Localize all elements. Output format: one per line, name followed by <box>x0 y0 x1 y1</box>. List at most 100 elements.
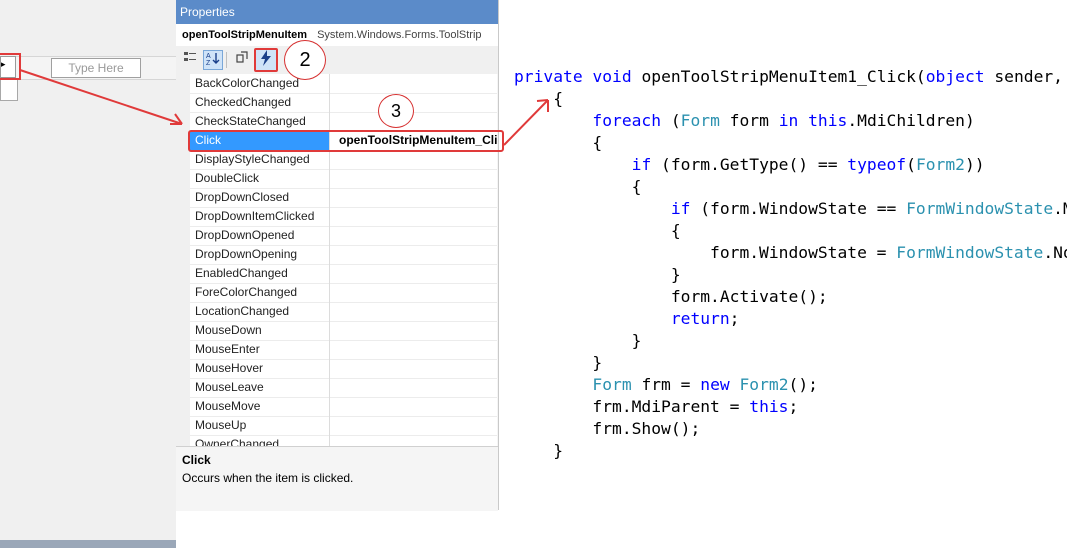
code-line: { <box>514 132 602 154</box>
properties-title: Properties <box>176 0 498 24</box>
code-token: (); <box>788 375 818 394</box>
event-handler-value[interactable] <box>335 226 497 245</box>
code-token: void <box>592 67 632 86</box>
event-row-forecolorchanged[interactable]: ForeColorChanged <box>190 283 497 303</box>
event-row-dropdownitemclicked[interactable]: DropDownItemClicked <box>190 207 497 227</box>
code-line: foreach (Form form in this.MdiChildren) <box>514 110 974 132</box>
code-token: } <box>670 265 681 284</box>
event-row-mousehover[interactable]: MouseHover <box>190 359 497 379</box>
event-row-locationchanged[interactable]: LocationChanged <box>190 302 497 322</box>
code-line: { <box>514 88 563 110</box>
event-handler-value[interactable] <box>335 207 497 226</box>
event-row-ownerchanged[interactable]: OwnerChanged <box>190 435 497 446</box>
event-name: MouseDown <box>190 321 330 340</box>
event-handler-value[interactable] <box>335 264 497 283</box>
alphabetical-icon[interactable]: AZ <box>203 50 223 70</box>
code-token: FormWindowState <box>896 243 1044 262</box>
menu-dropdown-item[interactable] <box>0 79 18 101</box>
event-handler-value[interactable] <box>335 378 497 397</box>
event-handler-value[interactable] <box>335 283 497 302</box>
code-token: (form.GetType() == <box>651 155 848 174</box>
event-row-mouseup[interactable]: MouseUp <box>190 416 497 436</box>
event-row-backcolorchanged[interactable]: BackColorChanged <box>190 74 497 94</box>
code-token: } <box>553 441 564 460</box>
code-token: new <box>700 375 730 394</box>
description-pane: Click Occurs when the item is clicked. <box>176 446 498 511</box>
event-handler-value[interactable] <box>335 93 497 112</box>
event-name: DoubleClick <box>190 169 330 188</box>
event-name: LocationChanged <box>190 302 330 321</box>
properties-icon[interactable] <box>232 50 252 70</box>
event-name: MouseUp <box>190 416 330 435</box>
event-row-dropdownopened[interactable]: DropDownOpened <box>190 226 497 246</box>
code-line: private void openToolStripMenuItem1_Clic… <box>514 66 1067 88</box>
code-token: } <box>592 353 603 372</box>
code-token: form.Activate(); <box>670 287 828 306</box>
event-handler-value[interactable] <box>335 245 497 264</box>
event-handler-value[interactable] <box>335 74 497 93</box>
code-line: frm.Show(); <box>514 418 700 440</box>
code-token: ; <box>729 309 740 328</box>
event-handler-value[interactable] <box>335 416 497 435</box>
event-row-enabledchanged[interactable]: EnabledChanged <box>190 264 497 284</box>
event-handler-value[interactable] <box>335 112 497 131</box>
code-line: if (form.GetType() == typeof(Form2)) <box>514 154 985 176</box>
code-token: { <box>592 133 603 152</box>
event-row-doubleclick[interactable]: DoubleClick <box>190 169 497 189</box>
event-name: DisplayStyleChanged <box>190 150 330 169</box>
description-title: Click <box>182 453 211 467</box>
event-row-dropdownopening[interactable]: DropDownOpening <box>190 245 497 265</box>
event-handler-value[interactable] <box>335 321 497 340</box>
code-token: Form <box>680 111 720 130</box>
code-token: Form2 <box>739 375 789 394</box>
event-handler-value[interactable] <box>335 150 497 169</box>
event-row-displaystylechanged[interactable]: DisplayStyleChanged <box>190 150 497 170</box>
event-handler-value[interactable] <box>335 340 497 359</box>
event-name: DropDownOpening <box>190 245 330 264</box>
code-token: openToolStripMenuItem1_Click( <box>631 67 926 86</box>
event-handler-value[interactable] <box>335 302 497 321</box>
event-handler-value[interactable] <box>335 169 497 188</box>
event-handler-value[interactable] <box>335 188 497 207</box>
event-row-checkstatechanged[interactable]: CheckStateChanged <box>190 112 497 132</box>
code-token: Form <box>592 375 632 394</box>
event-name: DropDownClosed <box>190 188 330 207</box>
event-handler-value[interactable] <box>335 397 497 416</box>
click-row-highlight <box>188 130 504 152</box>
code-line: } <box>514 330 642 352</box>
step-3-marker: 3 <box>378 94 414 128</box>
event-name: MouseMove <box>190 397 330 416</box>
event-row-mouseleave[interactable]: MouseLeave <box>190 378 497 398</box>
code-token: if <box>631 155 652 174</box>
event-row-mousemove[interactable]: MouseMove <box>190 397 497 417</box>
code-token: object <box>925 67 985 86</box>
event-row-mousedown[interactable]: MouseDown <box>190 321 497 341</box>
code-line: { <box>514 176 642 198</box>
categorized-icon[interactable] <box>180 50 200 70</box>
event-row-dropdownclosed[interactable]: DropDownClosed <box>190 188 497 208</box>
step-2-marker: 2 <box>284 40 326 80</box>
events-lightning-icon[interactable] <box>254 48 278 72</box>
code-token: sender, <box>984 67 1067 86</box>
type-here-placeholder[interactable]: Type Here <box>51 58 141 78</box>
object-selector[interactable]: openToolStripMenuItem System.Windows.Form… <box>176 24 498 46</box>
event-handler-value[interactable] <box>335 435 497 446</box>
event-row-checkedchanged[interactable]: CheckedChanged <box>190 93 497 113</box>
event-row-mouseenter[interactable]: MouseEnter <box>190 340 497 360</box>
code-token: form <box>719 111 779 130</box>
event-handler-value[interactable] <box>335 359 497 378</box>
code-line: Form frm = new Form2(); <box>514 374 818 396</box>
code-line: } <box>514 440 563 462</box>
event-name: ForeColorChanged <box>190 283 330 302</box>
code-line: form.WindowState = FormWindowState.Norma… <box>514 242 1067 264</box>
